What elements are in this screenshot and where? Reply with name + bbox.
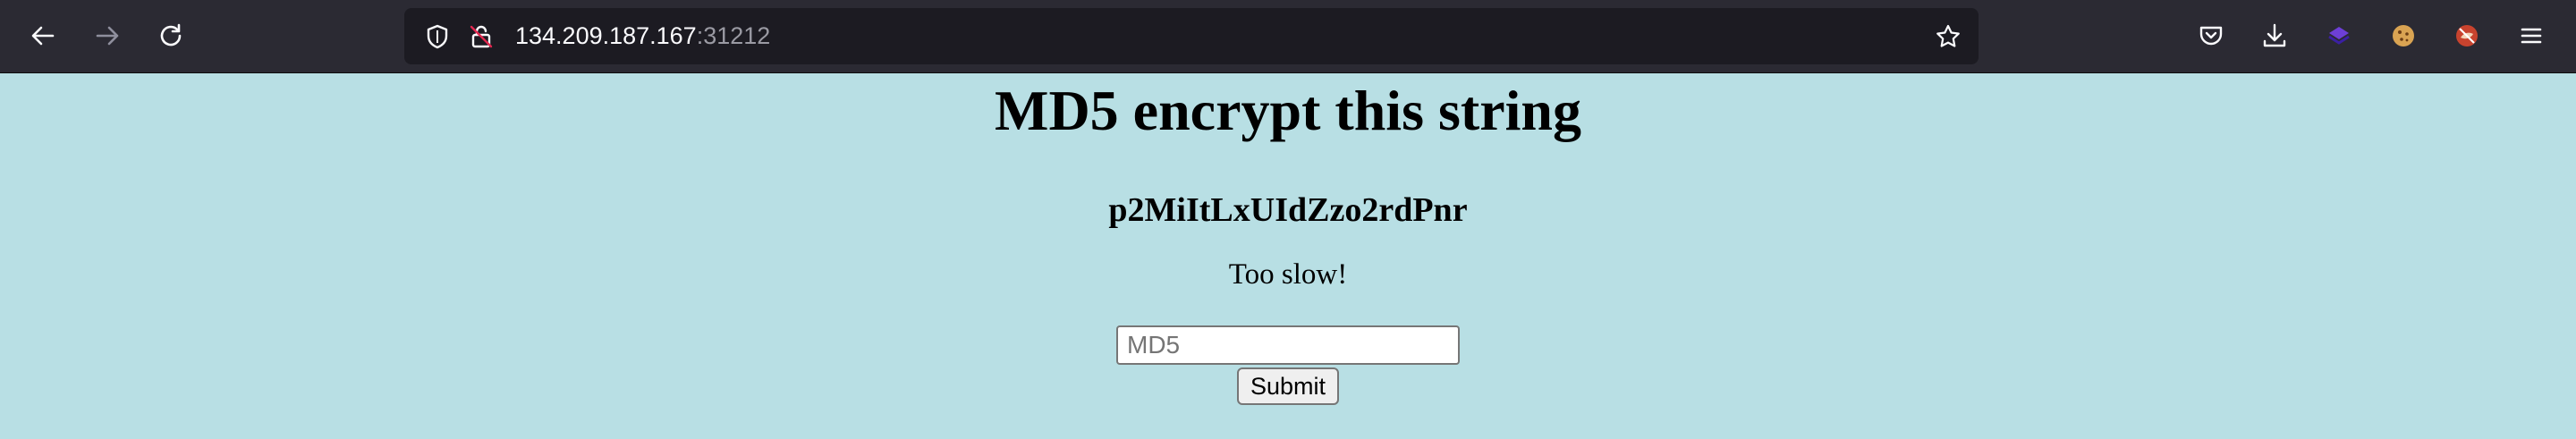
status-message: Too slow! (1228, 258, 1348, 291)
extension-button-2[interactable] (2447, 16, 2487, 55)
forward-icon (96, 26, 119, 46)
pocket-button[interactable] (2191, 16, 2231, 55)
forward-button[interactable] (88, 16, 127, 55)
extension-icon (2328, 27, 2350, 45)
url-text[interactable]: 134.209.187.167:31212 (515, 8, 770, 64)
lock-warning-icon[interactable] (466, 21, 496, 52)
reload-button[interactable] (151, 16, 191, 55)
browser-toolbar: 134.209.187.167:31212 (0, 0, 2576, 73)
submit-button[interactable]: Submit (1237, 367, 1339, 405)
cookie-button[interactable] (2384, 16, 2423, 55)
bookmark-star-icon[interactable] (1933, 21, 1963, 52)
app-menu-button[interactable] (2512, 16, 2551, 55)
cookie-icon (2393, 25, 2414, 46)
challenge-string: p2MiItLxUIdZzo2rdPnr (1108, 191, 1468, 229)
url-host: 134.209.187.167 (515, 22, 697, 49)
md5-input[interactable] (1116, 325, 1460, 365)
back-icon (31, 26, 55, 46)
menu-icon (2521, 28, 2542, 44)
url-port: :31212 (696, 22, 771, 49)
extension-button-1[interactable] (2319, 16, 2359, 55)
back-button[interactable] (23, 16, 63, 55)
pocket-icon (2199, 26, 2223, 46)
download-icon (2263, 23, 2286, 47)
page-title: MD5 encrypt this string (995, 79, 1581, 142)
reload-icon (160, 23, 182, 46)
extension-icon (2456, 25, 2478, 46)
url-bar[interactable]: 134.209.187.167:31212 (404, 8, 1979, 64)
shield-icon[interactable] (422, 21, 453, 52)
page-content: MD5 encrypt this string p2MiItLxUIdZzo2r… (0, 73, 2576, 439)
downloads-button[interactable] (2255, 16, 2294, 55)
